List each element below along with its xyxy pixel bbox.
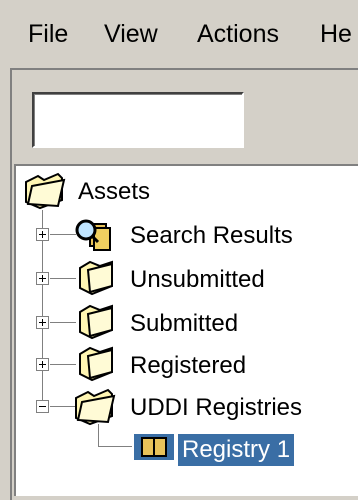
folder-icon bbox=[79, 346, 113, 382]
tree-connector bbox=[50, 278, 76, 279]
tree-node-submitted[interactable]: Submitted bbox=[130, 308, 238, 340]
tree-node-unsubmitted[interactable]: Unsubmitted bbox=[130, 264, 265, 296]
menu-view[interactable]: View bbox=[104, 20, 158, 49]
registry-icon bbox=[134, 434, 174, 460]
expand-registered-toggle[interactable] bbox=[36, 358, 49, 371]
expand-search-results-toggle[interactable] bbox=[36, 228, 49, 241]
tree-node-registry-1[interactable]: Registry 1 bbox=[178, 434, 295, 466]
menu-file[interactable]: File bbox=[28, 20, 68, 49]
expand-unsubmitted-toggle[interactable] bbox=[36, 272, 49, 285]
tree-connector bbox=[50, 322, 76, 323]
tree-connector bbox=[98, 446, 132, 447]
menu-actions[interactable]: Actions bbox=[197, 20, 279, 49]
tree-node-assets[interactable]: Assets bbox=[78, 176, 150, 208]
folder-icon bbox=[79, 304, 113, 340]
search-input[interactable] bbox=[32, 92, 244, 148]
open-folder-icon bbox=[25, 172, 66, 210]
collapse-uddi-registries-toggle[interactable] bbox=[36, 400, 49, 413]
tree-node-registered[interactable]: Registered bbox=[130, 350, 246, 382]
asset-tree: Assets Search Results Unsubmitted Submit… bbox=[14, 164, 358, 496]
tree-connector bbox=[50, 234, 76, 235]
menu-bar: File View Actions He bbox=[0, 0, 358, 72]
tree-connector bbox=[50, 406, 76, 407]
tree-node-search-results[interactable]: Search Results bbox=[130, 220, 293, 252]
expand-submitted-toggle[interactable] bbox=[36, 316, 49, 329]
tree-connector bbox=[98, 424, 99, 446]
folder-icon bbox=[79, 260, 113, 296]
tree-connector bbox=[50, 364, 76, 365]
search-results-icon bbox=[75, 219, 111, 251]
menu-help[interactable]: He bbox=[320, 20, 352, 49]
tree-node-uddi-registries[interactable]: UDDI Registries bbox=[130, 392, 302, 424]
open-folder-icon bbox=[75, 388, 116, 426]
